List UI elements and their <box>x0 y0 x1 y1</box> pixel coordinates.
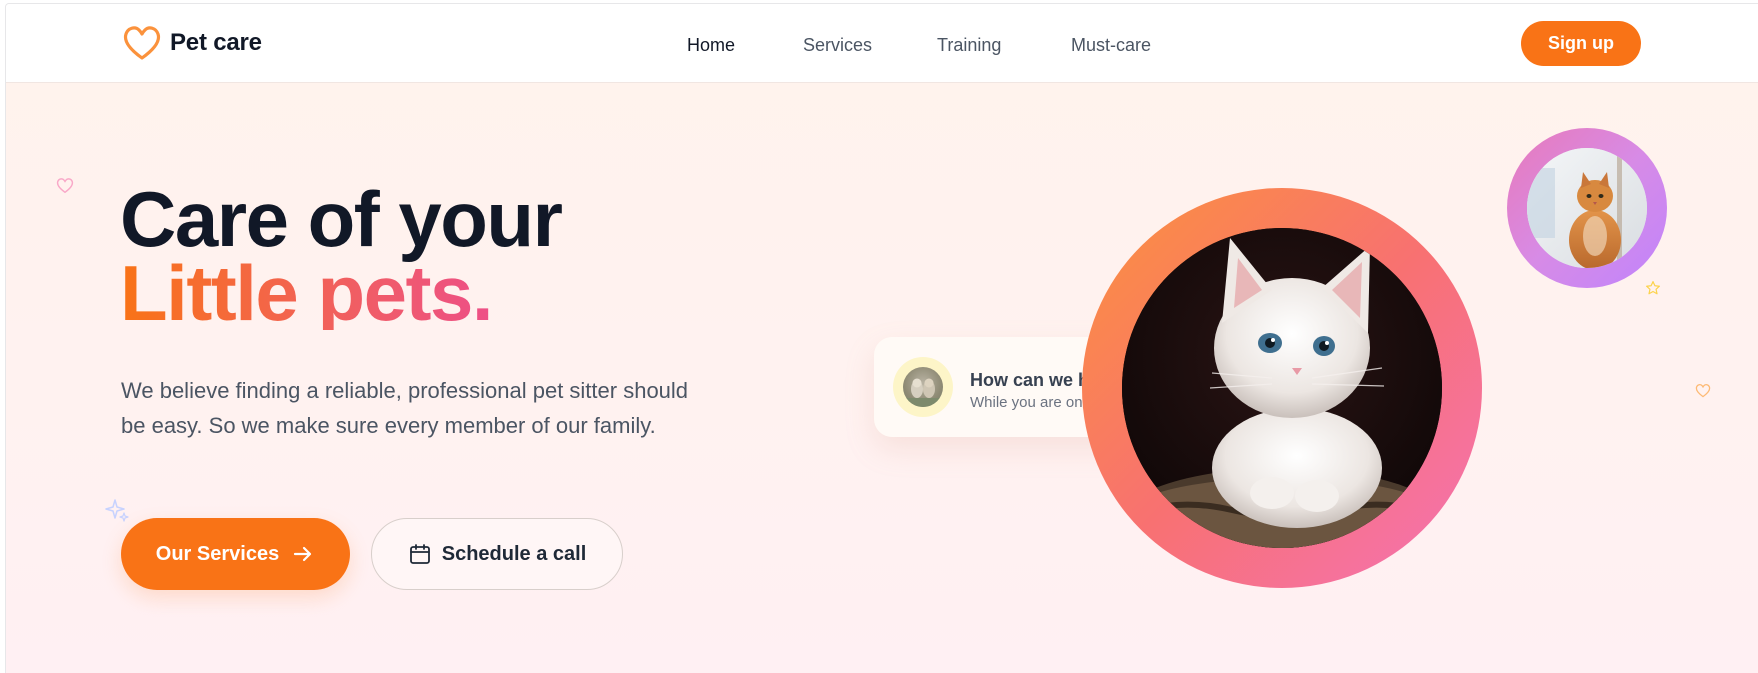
hero-title-line2: Little pets. <box>120 254 561 332</box>
heart-outline-icon <box>1695 384 1711 398</box>
arrow-right-icon <box>294 546 312 562</box>
small-image-ring <box>1507 128 1667 288</box>
white-kitten-photo <box>1122 228 1442 548</box>
help-subtitle: While you are on <box>970 394 1083 411</box>
page-frame: Pet care Home Services Training Must-car… <box>5 3 1758 673</box>
nav-item-services[interactable]: Services <box>803 35 872 56</box>
hero-title: Care of your Little pets. <box>120 180 563 332</box>
sign-up-button[interactable]: Sign up <box>1521 21 1641 66</box>
help-title: How can we h <box>970 370 1090 390</box>
heart-outline-icon <box>56 178 74 194</box>
star-outline-icon <box>1646 281 1660 295</box>
main-nav: Home Services Training Must-care <box>6 4 1758 83</box>
help-avatar <box>893 357 953 417</box>
nav-item-must-care[interactable]: Must-care <box>1071 35 1151 56</box>
nav-item-home[interactable]: Home <box>687 35 735 56</box>
schedule-call-label: Schedule a call <box>441 542 587 565</box>
our-services-button[interactable]: Our Services <box>121 518 350 590</box>
sparkle-icon <box>105 499 129 522</box>
our-services-label: Our Services <box>155 542 280 565</box>
site-header: Pet care Home Services Training Must-car… <box>6 4 1758 83</box>
hero-description: We believe finding a reliable, professio… <box>121 378 689 438</box>
nav-item-training[interactable]: Training <box>937 35 1001 56</box>
orange-cat-photo <box>1527 148 1647 268</box>
schedule-call-button[interactable]: Schedule a call <box>371 518 623 590</box>
calendar-icon <box>409 544 430 564</box>
dogs-avatar <box>903 367 943 407</box>
main-image-ring <box>1082 188 1482 588</box>
